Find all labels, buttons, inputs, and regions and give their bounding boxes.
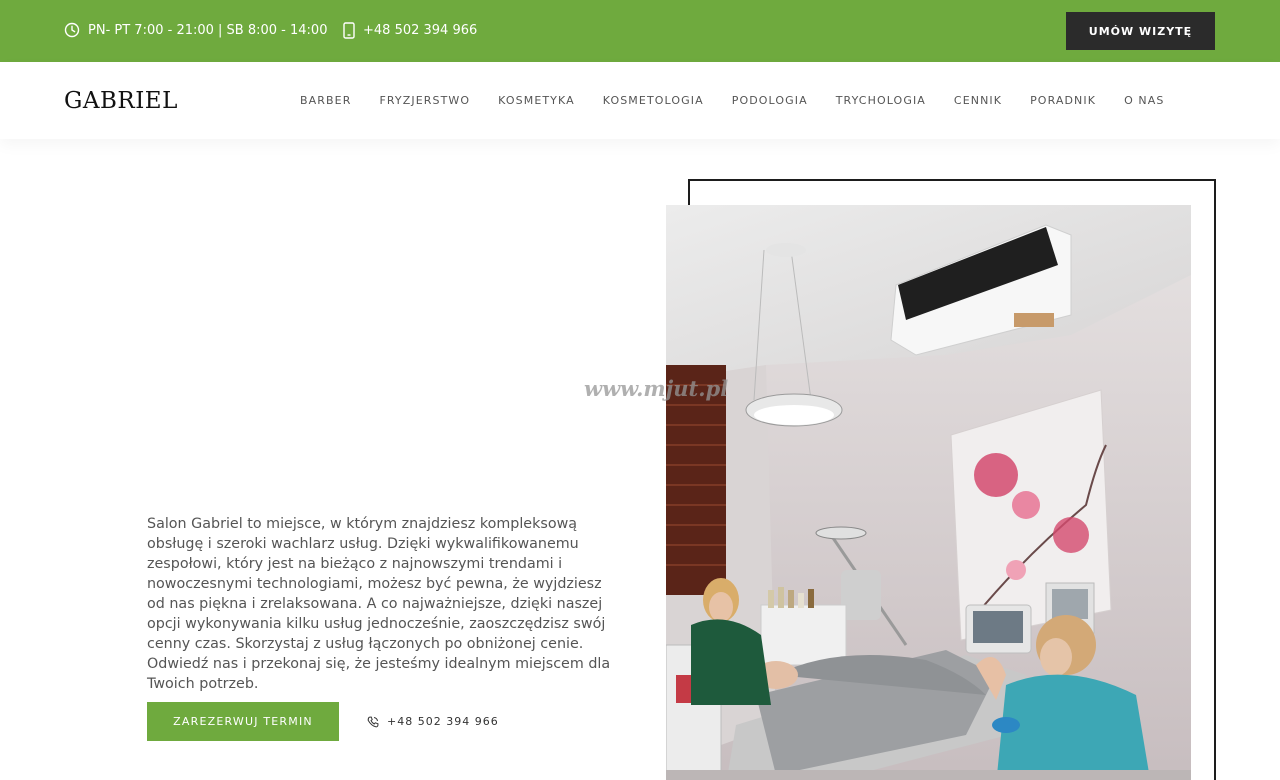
opening-hours: PN- PT 7:00 - 21:00 | SB 8:00 - 14:00: [64, 22, 327, 38]
hero-phone-link[interactable]: +48 502 394 966: [367, 715, 499, 728]
top-bar: PN- PT 7:00 - 21:00 | SB 8:00 - 14:00 +4…: [0, 0, 1280, 62]
topbar-phone-link[interactable]: +48 502 394 966: [343, 22, 477, 39]
nav-item-kosmetyka[interactable]: KOSMETYKA: [498, 94, 575, 107]
nav-item-kosmetologia[interactable]: KOSMETOLOGIA: [603, 94, 704, 107]
clock-icon: [64, 22, 80, 38]
smartphone-icon: [343, 22, 355, 39]
reserve-appointment-button[interactable]: ZAREZERWUJ TERMIN: [147, 702, 339, 741]
main-nav: BARBER FRYZJERSTWO KOSMETYKA KOSMETOLOGI…: [300, 94, 1164, 107]
nav-item-barber[interactable]: BARBER: [300, 94, 351, 107]
watermark: www.mjut.pl: [584, 376, 729, 401]
phone-call-icon: [367, 715, 379, 727]
topbar-phone-text: +48 502 394 966: [363, 23, 478, 38]
book-visit-button[interactable]: UMÓW WIZYTĘ: [1066, 12, 1215, 50]
site-logo[interactable]: GABRIEL: [64, 88, 178, 114]
main-header: GABRIEL BARBER FRYZJERSTWO KOSMETYKA KOS…: [0, 62, 1280, 139]
nav-item-o-nas[interactable]: O NAS: [1124, 94, 1164, 107]
beauty-salon-treatment-photo: [666, 205, 1191, 780]
nav-item-trychologia[interactable]: TRYCHOLOGIA: [836, 94, 926, 107]
salon-description: Salon Gabriel to miejsce, w którym znajd…: [147, 516, 611, 692]
nav-item-podologia[interactable]: PODOLOGIA: [732, 94, 808, 107]
nav-item-fryzjerstwo[interactable]: FRYZJERSTWO: [379, 94, 470, 107]
opening-hours-text: PN- PT 7:00 - 21:00 | SB 8:00 - 14:00: [88, 22, 328, 38]
nav-item-poradnik[interactable]: PORADNIK: [1030, 94, 1096, 107]
hero-phone-text: +48 502 394 966: [387, 715, 499, 728]
nav-item-cennik[interactable]: CENNIK: [954, 94, 1002, 107]
